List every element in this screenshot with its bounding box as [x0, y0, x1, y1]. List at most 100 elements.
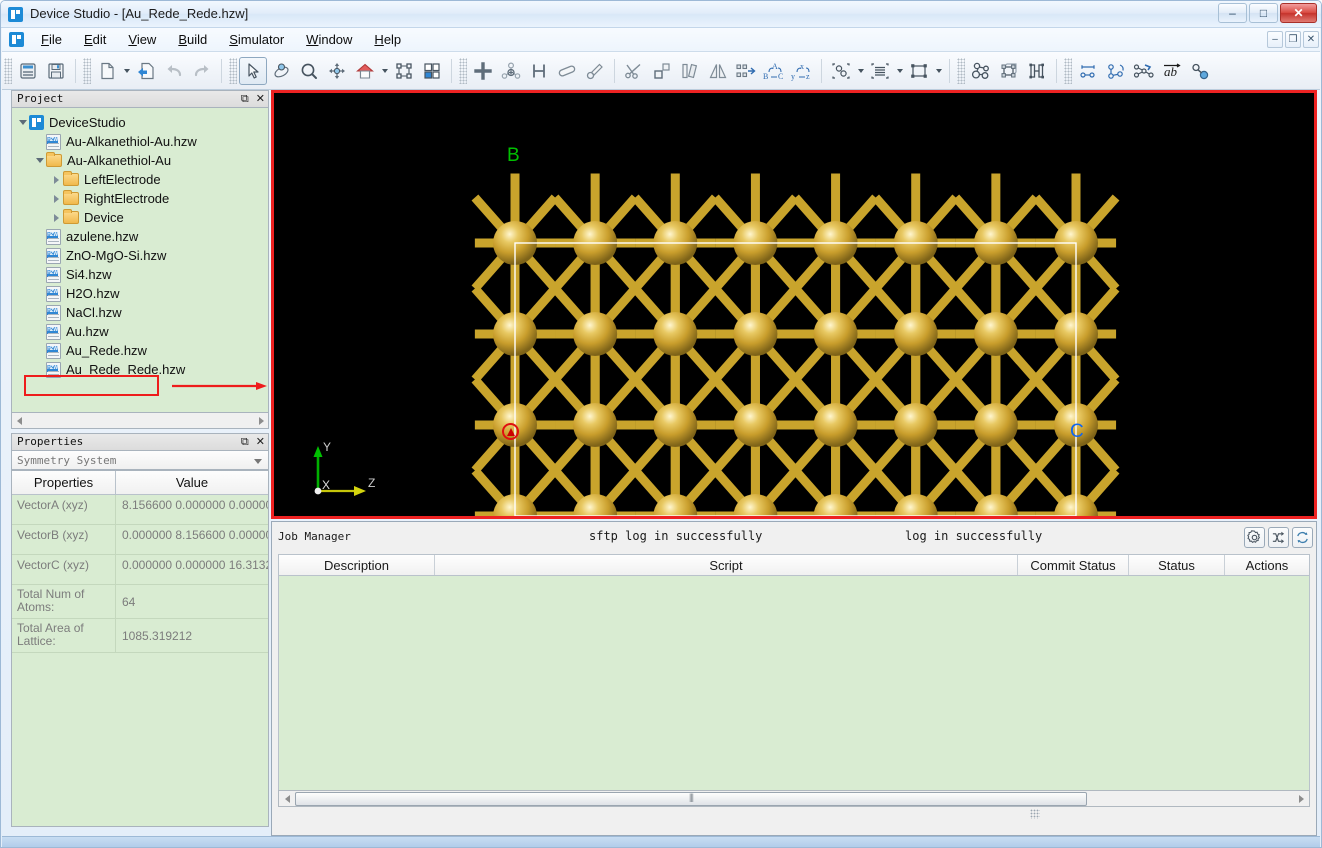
tree-item-file[interactable]: H2O.hzw [16, 284, 266, 303]
tree-item-rightelectrode[interactable]: RightElectrode [16, 189, 266, 208]
close-button[interactable]: ✕ [1280, 3, 1317, 23]
menu-window[interactable]: Window [295, 28, 363, 52]
expand-arrow-icon[interactable] [50, 170, 63, 189]
toolbar-grip[interactable] [459, 58, 467, 84]
tree-item-file[interactable]: Au.hzw [16, 322, 266, 341]
device-builder-icon[interactable] [1023, 57, 1051, 85]
tree-item-file[interactable]: Au-Alkanethiol-Au.hzw [16, 132, 266, 151]
measure-distance-icon[interactable] [1074, 57, 1102, 85]
scroll-left-icon[interactable] [12, 414, 26, 428]
tree-item-file[interactable]: ZnO-MgO-Si.hzw [16, 246, 266, 265]
eraser-icon[interactable] [553, 57, 581, 85]
cell-box-icon[interactable] [905, 57, 933, 85]
tree-item-file[interactable]: azulene.hzw [16, 227, 266, 246]
rotate-icon[interactable] [267, 57, 295, 85]
menu-build[interactable]: Build [167, 28, 218, 52]
cluster-dropdown-caret[interactable] [855, 57, 866, 85]
tree-item-devicestudio[interactable]: DeviceStudio [16, 113, 266, 132]
add-molecule-icon[interactable] [497, 57, 525, 85]
settings-gear-icon[interactable] [1244, 527, 1265, 548]
supercell-icon[interactable] [732, 57, 760, 85]
menu-view[interactable]: View [117, 28, 167, 52]
expand-arrow-icon[interactable] [50, 208, 63, 227]
scroll-right-icon[interactable] [1294, 792, 1308, 806]
expand-arrow-icon[interactable] [16, 113, 29, 132]
toolbar-grip[interactable] [957, 58, 965, 84]
job-table-hscrollbar[interactable] [278, 790, 1310, 807]
label-ab-icon[interactable]: ab [1158, 57, 1186, 85]
print-icon[interactable] [14, 57, 42, 85]
toolbar-grip[interactable] [1064, 58, 1072, 84]
tree-item-device[interactable]: Device [16, 208, 266, 227]
pan-icon[interactable] [323, 57, 351, 85]
expand-arrow-icon[interactable] [50, 189, 63, 208]
tree-item-file[interactable]: Si4.hzw [16, 265, 266, 284]
tree-item-file[interactable]: Au_Rede.hzw [16, 341, 266, 360]
fit-view-icon[interactable] [390, 57, 418, 85]
cluster-icon[interactable] [827, 57, 855, 85]
cut-bond-icon[interactable] [620, 57, 648, 85]
toolbar-grip[interactable] [4, 58, 12, 84]
tree-item-leftelectrode[interactable]: LeftElectrode [16, 170, 266, 189]
menu-edit[interactable]: Edit [73, 28, 117, 52]
measure-h-icon[interactable] [525, 57, 553, 85]
new-file-icon[interactable] [93, 57, 121, 85]
toolbar-grip[interactable] [83, 58, 91, 84]
job-table-body[interactable] [278, 576, 1310, 807]
close-icon[interactable]: ✕ [256, 434, 265, 450]
menu-help[interactable]: Help [363, 28, 412, 52]
copy-region-icon[interactable] [648, 57, 676, 85]
molecule-builder-icon[interactable] [967, 57, 995, 85]
bond-tool-icon[interactable] [1186, 57, 1214, 85]
mdi-close-button[interactable]: ✕ [1303, 31, 1319, 48]
view-layout-icon[interactable] [418, 57, 446, 85]
layer-icon[interactable] [866, 57, 894, 85]
zoom-icon[interactable] [295, 57, 323, 85]
home-view-dropdown-caret[interactable] [379, 57, 390, 85]
tree-item-au-rede-rede-selected[interactable]: Au_Rede_Rede.hzw [16, 360, 266, 379]
layer-dropdown-caret[interactable] [894, 57, 905, 85]
expand-arrow-icon[interactable] [33, 151, 46, 170]
project-tree[interactable]: DeviceStudio Au-Alkanethiol-Au.hzw Au-Al… [11, 107, 269, 413]
new-file-dropdown-caret[interactable] [121, 57, 132, 85]
float-icon[interactable]: ⧉ [241, 434, 249, 450]
structure-viewport[interactable]: B C Y Z X [271, 90, 1317, 519]
measure-angle-icon[interactable] [1102, 57, 1130, 85]
tree-item-file[interactable]: NaCl.hzw [16, 303, 266, 322]
cell-dropdown-caret[interactable] [933, 57, 944, 85]
float-icon[interactable]: ⧉ [241, 91, 249, 107]
add-atom-icon[interactable] [469, 57, 497, 85]
undo-icon[interactable] [160, 57, 188, 85]
toolbar-grip[interactable] [229, 58, 237, 84]
scroll-left-icon[interactable] [280, 792, 294, 806]
mirror-icon[interactable] [704, 57, 732, 85]
abc-axes-icon[interactable]: ABC [760, 57, 788, 85]
menu-simulator[interactable]: Simulator [218, 28, 295, 52]
scrollbar-thumb[interactable] [295, 792, 1087, 806]
symmetry-system-select[interactable]: Symmetry System [11, 450, 269, 470]
refresh-sync-icon[interactable] [1292, 527, 1313, 548]
select-pointer-icon[interactable] [239, 57, 267, 85]
scroll-right-icon[interactable] [254, 414, 268, 428]
save-icon[interactable] [42, 57, 70, 85]
open-file-icon[interactable] [132, 57, 160, 85]
maximize-button[interactable]: □ [1249, 3, 1278, 23]
redo-icon[interactable] [188, 57, 216, 85]
close-icon[interactable]: ✕ [256, 91, 265, 107]
job-shuffle-icon[interactable] [1268, 527, 1289, 548]
measure-torsion-icon[interactable] [1130, 57, 1158, 85]
xyz-axes-icon[interactable]: xyz [788, 57, 816, 85]
mdi-minimize-button[interactable]: – [1267, 31, 1283, 48]
left-dock: Project ⧉ ✕ DeviceStudio [2, 90, 269, 836]
minimize-button[interactable]: – [1218, 3, 1247, 23]
slab-icon[interactable] [676, 57, 704, 85]
lattice-builder-icon[interactable] [995, 57, 1023, 85]
menu-file[interactable]: File [30, 28, 73, 52]
pick-atom-icon[interactable] [581, 57, 609, 85]
mdi-restore-button[interactable]: ❐ [1285, 31, 1301, 48]
tree-item-folder[interactable]: Au-Alkanethiol-Au [16, 151, 266, 170]
home-view-icon[interactable] [351, 57, 379, 85]
mdi-app-icon[interactable] [9, 32, 24, 47]
resize-grip[interactable] [1030, 809, 1040, 819]
project-tree-hscrollbar[interactable] [11, 413, 269, 429]
